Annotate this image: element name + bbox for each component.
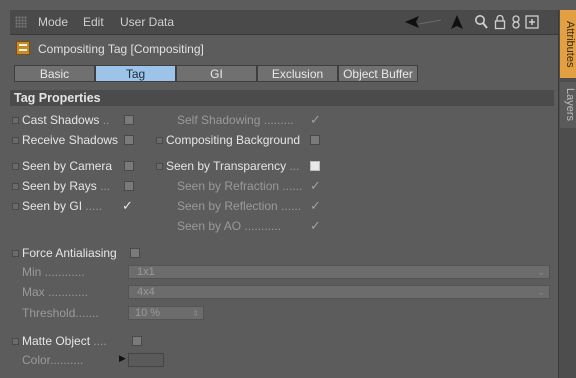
attributes-panel: Mode Edit User Data Compositing Tag [Com… bbox=[0, 0, 576, 378]
menu-bar: Mode Edit User Data bbox=[10, 10, 558, 35]
seen-by-camera-label: Seen by Camera bbox=[22, 159, 113, 173]
tab-tag[interactable]: Tag bbox=[95, 65, 176, 82]
side-tab-attributes[interactable]: Attributes bbox=[560, 10, 576, 78]
self-shadowing-checkmark-icon[interactable]: ✓ bbox=[310, 111, 321, 129]
compositing-background-checkbox[interactable] bbox=[310, 135, 320, 145]
tab-exclusion[interactable]: Exclusion bbox=[257, 65, 338, 82]
row-max: Max ............ 4x4 ⌄ bbox=[12, 283, 552, 301]
menu-edit[interactable]: Edit bbox=[83, 15, 104, 29]
object-title-row: Compositing Tag [Compositing] bbox=[10, 38, 558, 60]
chevron-down-icon: ⌄ bbox=[537, 287, 545, 297]
tab-gi[interactable]: GI bbox=[176, 65, 257, 82]
lock-icon[interactable] bbox=[494, 14, 506, 30]
threshold-label: Threshold....... bbox=[22, 306, 99, 320]
animation-key-marker[interactable] bbox=[12, 250, 19, 257]
seen-by-transparency-label: Seen by Transparency ... bbox=[166, 159, 300, 173]
animation-key-marker[interactable] bbox=[156, 163, 163, 170]
min-label: Min ............ bbox=[22, 265, 85, 279]
grip-handle-icon[interactable] bbox=[15, 16, 27, 28]
search-icon[interactable] bbox=[474, 14, 488, 30]
compositing-background-label: Compositing Background bbox=[166, 133, 301, 147]
seen-by-rays-label: Seen by Rays ... bbox=[22, 179, 111, 193]
color-swatch[interactable] bbox=[128, 353, 164, 367]
min-value: 1x1 bbox=[137, 266, 155, 278]
seen-by-transparency-checkbox[interactable] bbox=[310, 161, 320, 171]
seen-by-refraction-checkmark-icon[interactable]: ✓ bbox=[310, 177, 321, 195]
seen-by-ao-checkmark-icon[interactable]: ✓ bbox=[310, 217, 321, 235]
row-seen-by-camera: Seen by Camera Seen by Transparency ... bbox=[12, 157, 552, 175]
max-dropdown[interactable]: 4x4 ⌄ bbox=[128, 285, 550, 299]
object-title: Compositing Tag [Compositing] bbox=[38, 42, 204, 56]
animation-key-marker[interactable] bbox=[12, 203, 19, 210]
seen-by-refraction-label: Seen by Refraction ...... bbox=[177, 179, 303, 193]
animation-key-marker[interactable] bbox=[12, 117, 19, 124]
max-label: Max ............ bbox=[22, 285, 89, 299]
animation-key-marker[interactable] bbox=[12, 163, 19, 170]
animation-key-marker[interactable] bbox=[12, 137, 19, 144]
side-tab-layers[interactable]: Layers bbox=[560, 82, 576, 128]
up-arrow-icon[interactable] bbox=[450, 14, 464, 30]
row-min: Min ............ 1x1 ⌄ bbox=[12, 263, 552, 281]
force-antialiasing-label: Force Antialiasing bbox=[22, 246, 117, 260]
color-label: Color.......... bbox=[22, 353, 84, 367]
matte-object-label: Matte Object .... bbox=[22, 334, 107, 348]
compositing-tag-icon bbox=[16, 41, 30, 55]
matte-object-checkbox[interactable] bbox=[132, 336, 142, 346]
link-icon[interactable] bbox=[511, 14, 521, 30]
receive-shadows-label: Receive Shadows bbox=[22, 133, 119, 147]
tab-basic[interactable]: Basic bbox=[14, 65, 95, 82]
side-tab-bar: Attributes Layers bbox=[558, 10, 576, 378]
animation-key-marker[interactable] bbox=[156, 137, 163, 144]
row-receive-shadows: Receive Shadows Compositing Background bbox=[12, 131, 552, 149]
new-panel-icon[interactable] bbox=[525, 14, 539, 30]
threshold-value: 10 % bbox=[135, 307, 161, 319]
seen-by-gi-checkmark-icon[interactable]: ✓ bbox=[122, 197, 133, 215]
min-dropdown[interactable]: 1x1 ⌄ bbox=[128, 265, 550, 279]
animation-key-marker[interactable] bbox=[12, 338, 19, 345]
chevron-down-icon: ⌄ bbox=[537, 267, 545, 277]
cast-shadows-label: Cast Shadows .. bbox=[22, 113, 110, 127]
animation-key-marker[interactable] bbox=[12, 183, 19, 190]
menu-user-data[interactable]: User Data bbox=[120, 15, 174, 29]
seen-by-reflection-label: Seen by Reflection ...... bbox=[177, 199, 302, 213]
row-seen-by-gi: Seen by GI ..... ✓ Seen by Reflection ..… bbox=[12, 197, 552, 215]
row-threshold: Threshold....... 10 % ⇕ bbox=[12, 304, 552, 322]
stepper-arrows-icon[interactable]: ⇕ bbox=[192, 307, 199, 320]
max-value: 4x4 bbox=[137, 286, 155, 298]
row-seen-by-rays: Seen by Rays ... Seen by Refraction ....… bbox=[12, 177, 552, 195]
seen-by-camera-checkbox[interactable] bbox=[124, 161, 134, 171]
expand-arrow-icon[interactable]: ▶ bbox=[119, 349, 126, 367]
seen-by-gi-label: Seen by GI ..... bbox=[22, 199, 103, 213]
row-matte-object: Matte Object .... bbox=[12, 332, 552, 350]
threshold-field[interactable]: 10 % ⇕ bbox=[128, 306, 204, 320]
row-color: Color.......... ▶ bbox=[12, 351, 552, 369]
menu-mode[interactable]: Mode bbox=[38, 15, 68, 29]
back-arrow-icon[interactable] bbox=[403, 14, 443, 30]
seen-by-reflection-checkmark-icon[interactable]: ✓ bbox=[310, 197, 321, 215]
row-force-antialiasing: Force Antialiasing bbox=[12, 244, 552, 262]
force-antialiasing-checkbox[interactable] bbox=[130, 248, 140, 258]
section-tag-properties: Tag Properties bbox=[10, 90, 554, 106]
cast-shadows-checkbox[interactable] bbox=[124, 115, 134, 125]
self-shadowing-label: Self Shadowing ......... bbox=[177, 113, 294, 127]
seen-by-ao-label: Seen by AO ........... bbox=[177, 219, 282, 233]
tab-object-buffer[interactable]: Object Buffer bbox=[338, 65, 418, 82]
row-cast-shadows: Cast Shadows .. Self Shadowing .........… bbox=[12, 111, 552, 129]
seen-by-rays-checkbox[interactable] bbox=[124, 181, 134, 191]
receive-shadows-checkbox[interactable] bbox=[124, 135, 134, 145]
row-seen-by-ao: Seen by AO ........... ✓ bbox=[12, 217, 552, 235]
